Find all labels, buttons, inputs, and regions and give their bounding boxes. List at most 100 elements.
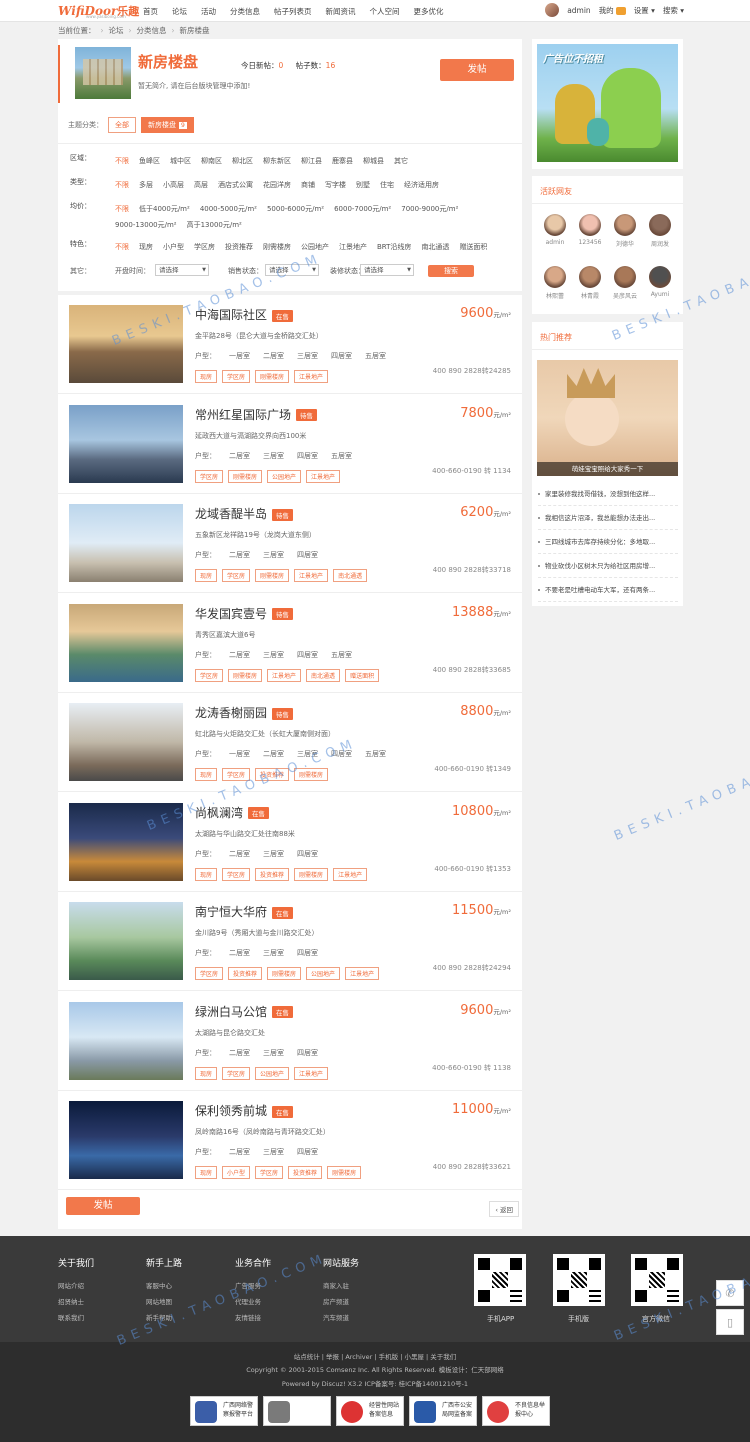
filter-option[interactable]: 不限 — [115, 239, 129, 255]
filter-option[interactable]: 江景地产 — [339, 239, 367, 255]
sale-status-select[interactable]: 请选择 — [265, 264, 319, 276]
listing-thumbnail[interactable] — [69, 305, 183, 383]
sidebar-ad[interactable]: 广告位不招租 — [532, 39, 683, 169]
filter-option[interactable]: BRT沿线房 — [377, 239, 411, 255]
hot-list-item[interactable]: 我相信这片沼泽，我总能想办法走出... — [538, 506, 678, 530]
filter-option[interactable]: 鹿寨县 — [332, 153, 353, 169]
active-user-name[interactable]: 吴彦风云 — [610, 291, 640, 300]
filter-option[interactable]: 7000-9000元/m² — [401, 201, 458, 217]
filter-option[interactable]: 南北通透 — [421, 239, 449, 255]
active-user-name[interactable]: 周润发 — [645, 239, 675, 248]
cert-badge[interactable] — [263, 1396, 331, 1426]
search-menu[interactable]: 搜索 ▾ — [663, 5, 684, 16]
feature-tag[interactable]: 公园地产 — [267, 469, 302, 483]
ad-image[interactable]: 广告位不招租 — [537, 44, 678, 162]
active-user[interactable]: 吴彦风云 — [610, 266, 640, 300]
notification-icon[interactable] — [615, 6, 626, 15]
feature-tag[interactable]: 学区房 — [255, 1166, 284, 1179]
feature-tag[interactable]: 学区房 — [222, 370, 251, 383]
filter-option[interactable]: 投资推荐 — [225, 239, 253, 255]
active-user[interactable]: Ayumi — [645, 266, 675, 298]
cert-badge[interactable]: 广西网络警察报警平台 — [190, 1396, 258, 1426]
listing-thumbnail[interactable] — [69, 504, 183, 582]
listing-item[interactable]: 绿洲白马公馆 在售 太湖路与昆仑路交汇处 户型： 二居室 三居室 四居室 现房 学区房 公园… — [58, 992, 522, 1091]
listing-title[interactable]: 龙域香醍半岛 待售 — [195, 505, 294, 522]
feature-tag[interactable]: 江景地产 — [267, 668, 302, 682]
filter-option[interactable]: 柳城县 — [363, 153, 384, 169]
listing-title[interactable]: 中海国际社区 在售 — [195, 306, 294, 323]
feature-tag[interactable]: 学区房 — [195, 469, 224, 483]
listing-thumbnail[interactable] — [69, 404, 183, 483]
footer-links-line[interactable]: 站点统计 | 举报 | Archiver | 手机版 | 小黑屋 | 关于我们 — [0, 1351, 750, 1361]
qr-label[interactable]: 手机版 — [568, 1314, 589, 1324]
filter-option[interactable]: 其它 — [394, 153, 408, 169]
avatar[interactable] — [649, 266, 671, 288]
feature-tag[interactable]: 江景地产 — [333, 867, 368, 881]
feature-tag[interactable]: 学区房 — [222, 768, 251, 781]
feature-tag[interactable]: 刚需楼房 — [267, 967, 302, 980]
new-post-button-bottom[interactable]: 发帖 — [66, 1197, 140, 1215]
feature-tag[interactable]: 刚需楼房 — [294, 768, 329, 781]
feature-tag[interactable]: 赠送面积 — [345, 668, 380, 682]
active-user[interactable]: 林熙蕾 — [540, 266, 570, 300]
filter-option[interactable]: 别墅 — [356, 177, 370, 193]
listing-title[interactable]: 龙涛香榭丽园 待售 — [195, 704, 294, 721]
listing-item[interactable]: 华发国宾壹号 待售 青秀区嘉滨大道6号 户型： 二居室 三居室 四居室 五居室 学区房 刚需… — [58, 594, 522, 693]
filter-option[interactable]: 不限 — [115, 153, 129, 169]
filter-option[interactable]: 写字楼 — [325, 177, 346, 193]
nav-more[interactable]: 更多优化 — [414, 6, 444, 17]
feature-tag[interactable]: 投资推荐 — [288, 1166, 323, 1179]
hot-image[interactable]: 萌娃宝宝照给大家秀一下 — [537, 360, 678, 476]
breadcrumb-current[interactable]: 新房楼盘 — [180, 26, 210, 35]
active-user-name[interactable]: Ayumi — [645, 291, 675, 298]
feature-tag[interactable]: 江景地产 — [345, 967, 380, 980]
qr-label[interactable]: 手机APP — [487, 1314, 514, 1324]
feature-tag[interactable]: 投资推荐 — [228, 967, 263, 980]
avatar[interactable] — [545, 3, 560, 17]
footer-link[interactable]: 商家入驻 — [323, 1278, 359, 1294]
listing-item[interactable]: 保利领秀前城 在售 凤岭南路16号（凤岭南路与青环路交汇处） 户型： 二居室 三居室 四… — [58, 1091, 522, 1190]
filter-option[interactable]: 城中区 — [170, 153, 191, 169]
footer-link[interactable]: 房产频道 — [323, 1294, 359, 1310]
my-menu[interactable]: 我的 — [599, 5, 626, 16]
nav-events[interactable]: 活动 — [201, 6, 216, 17]
filter-option[interactable]: 刚需楼房 — [263, 239, 291, 255]
wechat-icon[interactable]: ✆ — [716, 1280, 744, 1306]
feature-tag[interactable]: 刚需楼房 — [228, 668, 263, 682]
filter-option[interactable]: 柳东新区 — [263, 153, 291, 169]
avatar[interactable] — [649, 214, 671, 236]
feature-tag[interactable]: 现房 — [195, 1066, 218, 1080]
active-user[interactable]: 林青霞 — [575, 266, 605, 300]
listing-item[interactable]: 中海国际社区 在售 金平路28号（昆仑大道与金桥路交汇处） 户型： 一居室 二居室 三居… — [58, 295, 522, 394]
nav-forum[interactable]: 论坛 — [172, 6, 187, 17]
listing-thumbnail[interactable] — [69, 1001, 183, 1080]
feature-tag[interactable]: 学区房 — [195, 967, 224, 980]
active-user-name[interactable]: 林熙蕾 — [540, 291, 570, 300]
footer-link[interactable]: 广告服务 — [235, 1278, 271, 1294]
active-user[interactable]: admin — [540, 214, 570, 246]
hot-list-item[interactable]: 物业砍伐小区树木只为给社区用房增... — [538, 554, 678, 578]
active-user-name[interactable]: 123456 — [575, 239, 605, 246]
username[interactable]: admin — [567, 6, 591, 15]
decor-status-select[interactable]: 请选择 — [360, 264, 414, 276]
active-user[interactable]: 周润发 — [645, 214, 675, 248]
nav-news[interactable]: 新闻资讯 — [326, 6, 356, 17]
listing-title[interactable]: 保利领秀前城 在售 — [195, 1102, 294, 1119]
settings-menu[interactable]: 设置 ▾ — [634, 5, 655, 16]
filter-option[interactable]: 现房 — [139, 239, 153, 255]
filter-option[interactable]: 柳江县 — [301, 153, 322, 169]
category-all[interactable]: 全部 — [108, 117, 136, 133]
listing-item[interactable]: 龙涛香榭丽园 待售 虹北路与火炬路交汇处（长虹大厦南侧对面） 户型： 一居室 二居室 三… — [58, 693, 522, 792]
feature-tag[interactable]: 江景地产 — [306, 469, 341, 483]
footer-link[interactable]: 网站介绍 — [58, 1278, 94, 1294]
feature-tag[interactable]: 现房 — [195, 1166, 218, 1179]
feature-tag[interactable]: 投资推荐 — [255, 768, 290, 781]
filter-option[interactable]: 9000-13000元/m² — [115, 217, 177, 233]
hot-list-item[interactable]: 三四线城市去库存持续分化：多地取... — [538, 530, 678, 554]
feature-tag[interactable]: 公园地产 — [255, 1066, 290, 1080]
footer-link[interactable]: 汽车频道 — [323, 1310, 359, 1326]
filter-option[interactable]: 小高层 — [163, 177, 184, 193]
footer-link[interactable]: 网站地图 — [146, 1294, 182, 1310]
filter-option[interactable]: 商铺 — [301, 177, 315, 193]
active-user[interactable]: 刘德华 — [610, 214, 640, 248]
